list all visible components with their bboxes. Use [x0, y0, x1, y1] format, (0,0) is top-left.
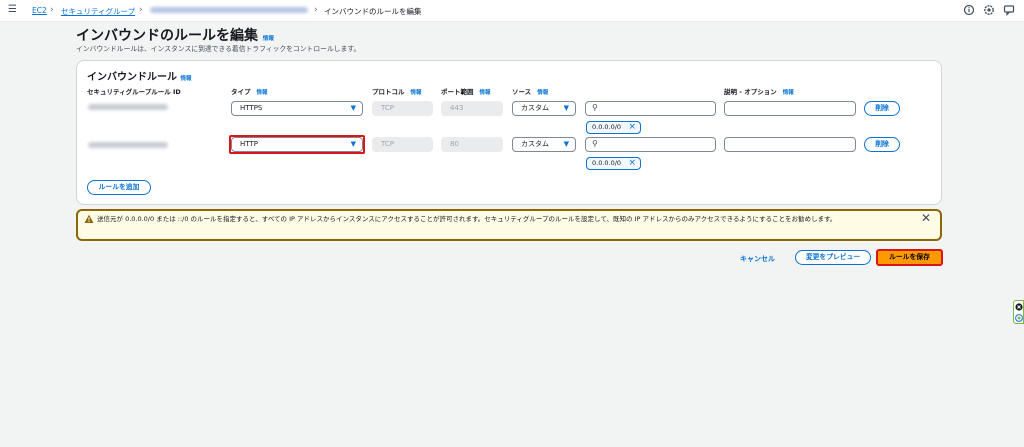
- close-icon[interactable]: ×: [628, 122, 636, 133]
- source-cidr-token: 0.0.0.0/0 ×: [586, 157, 641, 170]
- highlight-annotation: [229, 135, 365, 154]
- source-cidr-token-label: 0.0.0.0/0: [592, 159, 622, 167]
- delete-rule-button[interactable]: 削除: [864, 137, 900, 152]
- info-circle-icon[interactable]: [963, 4, 975, 16]
- column-header-source: ソース 情報: [512, 86, 548, 96]
- dismiss-alert-icon[interactable]: ✕: [921, 211, 931, 225]
- warning-alert-text: 送信元が 0.0.0.0/0 または ::/0 のルールを指定すると、すべての …: [97, 215, 837, 223]
- port-range-field: 443: [441, 101, 503, 116]
- protocol-field: TCP: [372, 101, 433, 116]
- caret-down-icon: ▼: [563, 140, 569, 148]
- close-icon: [1015, 303, 1023, 311]
- settings-icon[interactable]: [983, 4, 995, 16]
- rule-id-redacted: [88, 142, 168, 148]
- page-title-info-link[interactable]: 情報: [263, 36, 274, 42]
- column-header-type-label: タイプ: [231, 88, 251, 96]
- column-header-type: タイプ 情報: [231, 86, 268, 96]
- column-header-protocol-label: プロトコル: [372, 88, 405, 96]
- inbound-rules-info-link[interactable]: 情報: [180, 76, 191, 82]
- warning-icon: [84, 214, 94, 223]
- menu-icon[interactable]: ☰: [8, 4, 17, 15]
- source-cidr-token: 0.0.0.0/0 ×: [586, 121, 641, 134]
- source-cidr-search-input[interactable]: ⚲: [585, 101, 716, 116]
- column-header-source-info[interactable]: 情報: [537, 90, 548, 96]
- feedback-icon[interactable]: [1003, 4, 1015, 16]
- rule-type-value: HTTPS: [240, 104, 263, 112]
- page-title: インバウンドのルールを編集 情報: [76, 25, 274, 45]
- column-header-description-info[interactable]: 情報: [783, 90, 794, 96]
- top-navigation-bar: ☰ EC2 › セキュリティグループ › › インバウンドのルールを編集: [0, 0, 1024, 22]
- rule-id-redacted: [88, 104, 168, 110]
- column-header-source-label: ソース: [512, 88, 532, 96]
- save-rules-button[interactable]: ルールを保存: [876, 249, 943, 266]
- caret-down-icon: ▼: [563, 104, 569, 112]
- side-widget-toggle[interactable]: [1013, 300, 1024, 324]
- inbound-rules-title-text: インバウンドルール: [87, 72, 177, 83]
- source-cidr-search-input[interactable]: ⚲: [585, 137, 716, 152]
- search-icon: ⚲: [592, 139, 598, 148]
- column-header-rule-id: セキュリティグループルール ID: [87, 88, 181, 96]
- breadcrumb-security-group-id-redacted[interactable]: [150, 7, 308, 13]
- breadcrumb-ec2[interactable]: EC2: [32, 6, 47, 15]
- port-range-field: 80: [441, 137, 503, 152]
- add-rule-button[interactable]: ルールを追加: [87, 180, 151, 195]
- source-type-select[interactable]: カスタム ▼: [512, 101, 576, 116]
- inbound-rules-title: インバウンドルール 情報: [87, 68, 192, 83]
- column-header-port-range-info[interactable]: 情報: [480, 90, 491, 96]
- close-icon[interactable]: ×: [628, 158, 636, 169]
- cancel-button[interactable]: キャンセル: [740, 254, 775, 264]
- column-header-description-label: 説明 - オプション: [724, 88, 777, 96]
- target-icon: [1015, 314, 1023, 322]
- description-input[interactable]: [724, 101, 856, 116]
- source-type-select[interactable]: カスタム ▼: [512, 137, 576, 152]
- breadcrumb-current: インバウンドのルールを編集: [324, 7, 422, 16]
- source-type-value: カスタム: [521, 140, 549, 148]
- column-header-type-info[interactable]: 情報: [257, 90, 268, 96]
- source-cidr-token-label: 0.0.0.0/0: [592, 123, 622, 131]
- chevron-right-icon: ›: [50, 5, 54, 15]
- delete-rule-button[interactable]: 削除: [864, 101, 900, 116]
- source-type-value: カスタム: [521, 104, 549, 112]
- rule-type-select[interactable]: HTTPS ▼: [231, 101, 363, 116]
- column-header-port-range: ポート範囲 情報: [441, 86, 491, 96]
- page-title-text: インバウンドのルールを編集: [76, 28, 258, 44]
- preview-changes-button[interactable]: 変更をプレビュー: [795, 250, 871, 265]
- chevron-right-icon: ›: [314, 5, 318, 15]
- page-description: インバウンドルールは、インスタンスに到達できる着信トラフィックをコントロールしま…: [76, 45, 361, 53]
- column-header-protocol: プロトコル 情報: [372, 86, 422, 96]
- inbound-rules-container: [76, 60, 942, 205]
- description-input[interactable]: [724, 137, 856, 152]
- column-header-protocol-info[interactable]: 情報: [411, 90, 422, 96]
- protocol-field: TCP: [372, 137, 433, 152]
- breadcrumb-security-groups[interactable]: セキュリティグループ: [61, 6, 135, 17]
- caret-down-icon: ▼: [350, 104, 356, 112]
- chevron-right-icon: ›: [139, 5, 143, 15]
- column-header-port-range-label: ポート範囲: [441, 88, 474, 96]
- search-icon: ⚲: [592, 103, 598, 112]
- column-header-description: 説明 - オプション 情報: [724, 86, 794, 96]
